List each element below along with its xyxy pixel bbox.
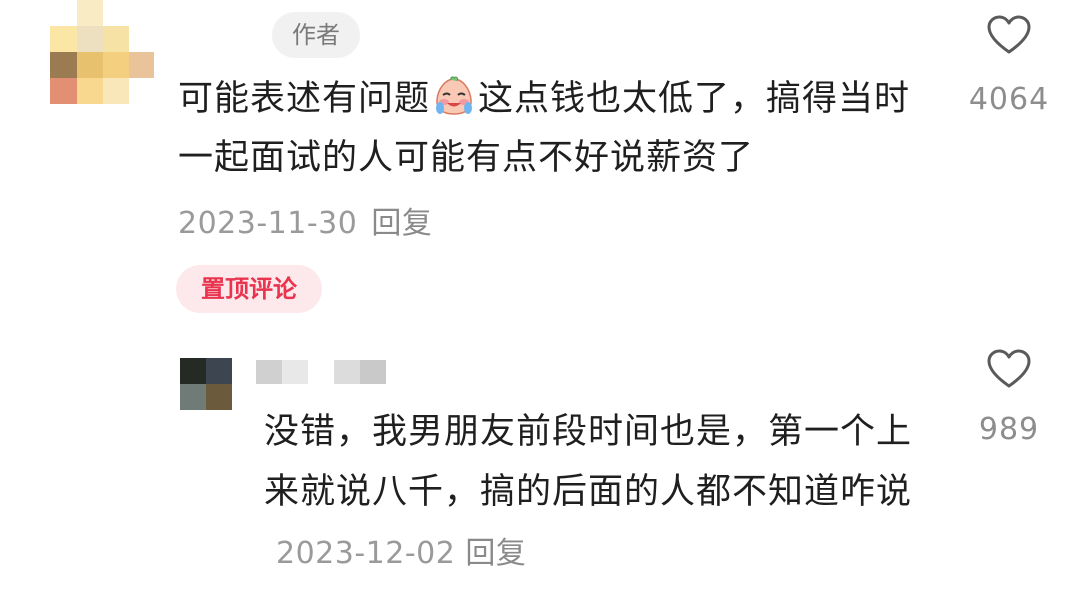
comment-text: 可能表述有问题 这点钱也太低了，搞得当时一起面试的人可能有点不好说薪资了	[178, 70, 918, 188]
reply-date: 2023-12-02	[276, 536, 456, 571]
heart-icon[interactable]	[986, 348, 1032, 390]
comment-meta: 2023-11-30 回复	[178, 198, 432, 242]
comment-text-part-1: 可能表述有问题	[178, 79, 431, 119]
comment-thread: 作者 可能表述有问题 这点钱也太低了，搞得当时一起面试的人可能有点不好说薪资了 …	[0, 0, 1080, 597]
reply-text: 没错，我男朋友前段时间也是，第一个上来就说八千，搞的后面的人都不知道咋说 2023…	[264, 402, 944, 584]
author-badge: 作者	[272, 12, 360, 58]
comment-date: 2023-11-30	[178, 206, 358, 241]
reply-avatar[interactable]	[180, 358, 232, 410]
avatar[interactable]	[50, 0, 154, 104]
reply-username-blurred-2[interactable]	[334, 360, 386, 384]
pinned-comment-tag: 置顶评论	[176, 265, 322, 313]
reply-meta: 2023-12-02 回复	[276, 536, 526, 571]
reply-like-button[interactable]: 989	[944, 348, 1074, 447]
reply-button[interactable]: 回复	[371, 206, 432, 241]
heart-icon[interactable]	[986, 14, 1032, 56]
like-button[interactable]: 4064	[944, 14, 1074, 117]
crying-face-emoji-icon	[432, 76, 476, 116]
reply-text-content: 没错，我男朋友前段时间也是，第一个上来就说八千，搞的后面的人都不知道咋说	[264, 412, 913, 512]
reply-username-blurred[interactable]	[256, 360, 308, 384]
reply-like-count: 989	[978, 412, 1040, 447]
reply-reply-button[interactable]: 回复	[465, 536, 526, 571]
like-count: 4064	[968, 82, 1050, 117]
